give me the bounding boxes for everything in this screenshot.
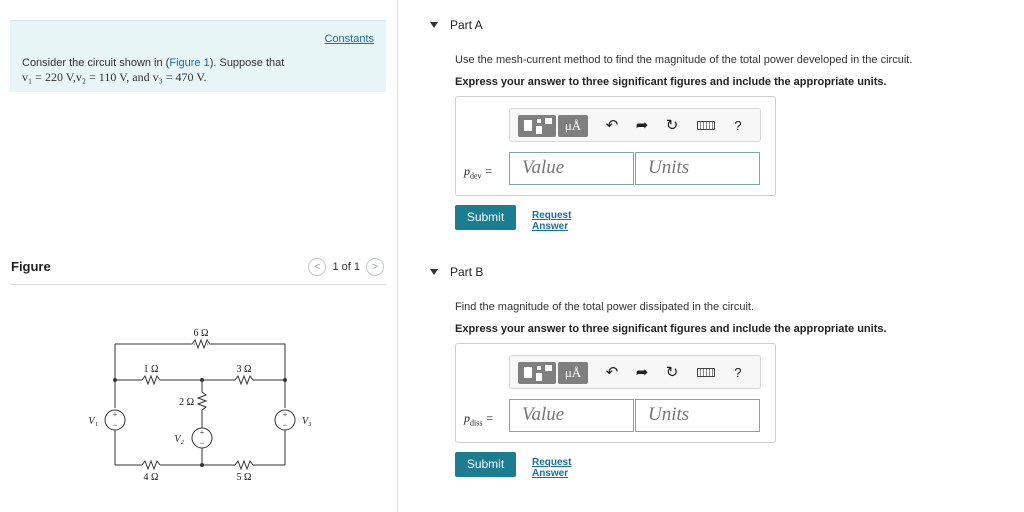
- templates-icon[interactable]: [518, 362, 556, 384]
- label-v3: V₃: [302, 416, 312, 427]
- constants-link[interactable]: Constants: [324, 33, 374, 45]
- svg-text:−: −: [112, 420, 117, 430]
- resistor-3: [234, 374, 254, 386]
- label-r2: 2 Ω: [179, 397, 194, 408]
- request-answer-link[interactable]: Request Answer: [532, 210, 571, 232]
- label-v1: V₁: [88, 416, 98, 427]
- resistor-2: [196, 391, 208, 411]
- keyboard-icon[interactable]: [696, 362, 716, 384]
- part-b-answer-box: μÅ ↶ ➦ ↻ ? pdiss = Value Units: [455, 343, 776, 443]
- figure-pager: < 1 of 1 >: [308, 258, 384, 276]
- math-toolbar: μÅ ↶ ➦ ↻ ?: [509, 108, 761, 142]
- label-v2: V₂: [174, 434, 184, 445]
- part-a-instruction: Express your answer to three significant…: [455, 76, 887, 88]
- part-b-header[interactable]: Part B: [430, 265, 483, 279]
- problem-intro: Constants Consider the circuit shown in …: [10, 20, 386, 92]
- part-b-instruction: Express your answer to three significant…: [455, 323, 887, 335]
- figure-title: Figure: [11, 259, 51, 274]
- redo-icon[interactable]: ➦: [632, 115, 652, 137]
- svg-text:+: +: [113, 410, 118, 419]
- variable-label: pdiss =: [464, 411, 494, 428]
- undo-icon[interactable]: ↶: [602, 115, 622, 137]
- resistor-5: [234, 459, 254, 471]
- part-a-answer-box: μÅ ↶ ➦ ↻ ? pdev = Value Units: [455, 96, 776, 196]
- label-r3: 3 Ω: [237, 364, 252, 375]
- submit-button[interactable]: Submit: [455, 452, 516, 477]
- resistor-4: [141, 459, 161, 471]
- resistor-1: [141, 374, 161, 386]
- templates-icon[interactable]: [518, 115, 556, 137]
- submit-button[interactable]: Submit: [455, 205, 516, 230]
- intro-prefix: Consider the circuit shown in (: [22, 57, 170, 69]
- value-input[interactable]: Value: [509, 152, 634, 185]
- value-input[interactable]: Value: [509, 399, 634, 432]
- circuit-diagram: + − + − + − 6 Ω 1 Ω 3 Ω 2 Ω 4 Ω 5 Ω V₁ V…: [88, 328, 312, 483]
- svg-text:−: −: [282, 420, 287, 430]
- left-panel: Constants Consider the circuit shown in …: [0, 0, 398, 512]
- units-input[interactable]: Units: [635, 399, 760, 432]
- label-r1: 1 Ω: [144, 364, 159, 375]
- units-icon[interactable]: μÅ: [558, 362, 588, 384]
- help-icon[interactable]: ?: [728, 362, 748, 384]
- label-r6: 6 Ω: [194, 328, 209, 339]
- keyboard-icon[interactable]: [696, 115, 716, 137]
- variable-label: pdev =: [464, 164, 493, 181]
- units-icon[interactable]: μÅ: [558, 115, 588, 137]
- caret-down-icon[interactable]: [430, 22, 438, 28]
- part-b-question: Find the magnitude of the total power di…: [455, 301, 755, 313]
- svg-text:+: +: [283, 410, 288, 419]
- label-r4: 4 Ω: [144, 472, 159, 483]
- caret-down-icon[interactable]: [430, 269, 438, 275]
- figure-header: Figure < 1 of 1 >: [10, 255, 386, 285]
- problem-statement: Consider the circuit shown in (Figure 1)…: [22, 56, 284, 85]
- voltage-values: v₁ = 220 V,v₂ = 110 V, and v₃ = 470 V.: [22, 70, 207, 84]
- part-a-question: Use the mesh-current method to find the …: [455, 54, 913, 66]
- part-b: Part B Find the magnitude of the total p…: [430, 265, 887, 479]
- chevron-right-icon[interactable]: >: [366, 258, 384, 276]
- help-icon[interactable]: ?: [728, 115, 748, 137]
- undo-icon[interactable]: ↶: [602, 362, 622, 384]
- reset-icon[interactable]: ↻: [662, 362, 682, 384]
- pager-text: 1 of 1: [332, 261, 360, 273]
- part-a-title: Part A: [450, 18, 483, 32]
- svg-text:−: −: [199, 438, 204, 448]
- figure-link[interactable]: Figure 1: [169, 57, 209, 69]
- intro-suffix: ). Suppose that: [209, 57, 285, 69]
- label-r5: 5 Ω: [237, 472, 252, 483]
- reset-icon[interactable]: ↻: [662, 115, 682, 137]
- request-answer-link[interactable]: Request Answer: [532, 457, 571, 479]
- units-input[interactable]: Units: [635, 152, 760, 185]
- chevron-left-icon[interactable]: <: [308, 258, 327, 276]
- svg-text:+: +: [200, 428, 205, 437]
- part-a: Part A Use the mesh-current method to fi…: [430, 18, 912, 232]
- part-b-title: Part B: [450, 265, 484, 279]
- part-a-header[interactable]: Part A: [430, 18, 483, 32]
- math-toolbar: μÅ ↶ ➦ ↻ ?: [509, 355, 761, 389]
- redo-icon[interactable]: ➦: [632, 362, 652, 384]
